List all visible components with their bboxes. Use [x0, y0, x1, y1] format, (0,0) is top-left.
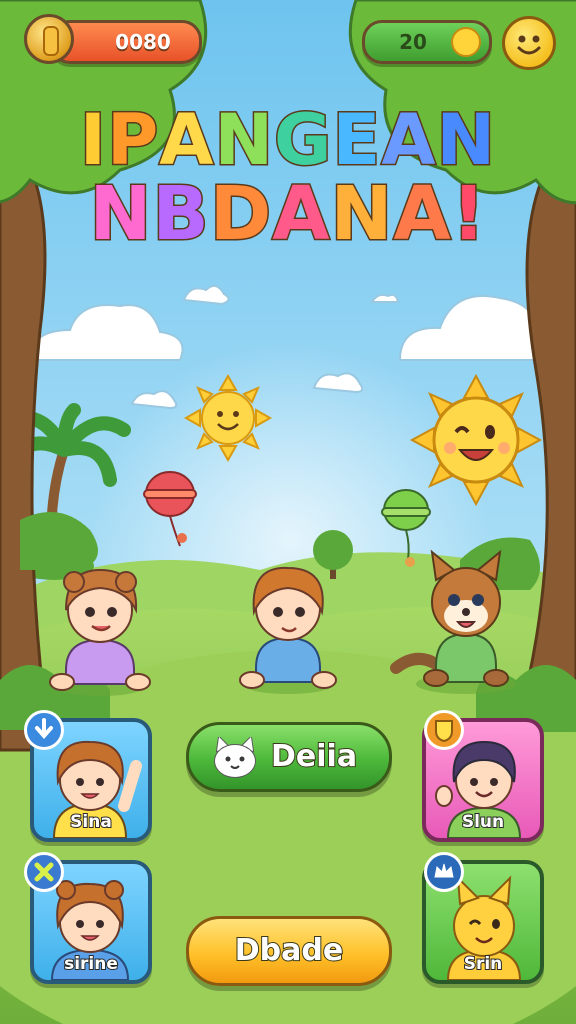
smiley-menu-button[interactable]	[502, 16, 556, 70]
card-label-slun: Slun	[461, 811, 505, 833]
cat-icon	[214, 737, 256, 778]
play-button-label: Deiia	[270, 738, 358, 775]
title-letter: A	[380, 99, 437, 182]
title-letter: N	[435, 99, 497, 182]
game-title-line-2: NBDANA!	[0, 171, 576, 258]
title-letter: A	[271, 171, 331, 258]
winking-sun	[409, 373, 543, 507]
title-letter: D	[208, 171, 273, 258]
secondary-button-label: Dbade	[234, 932, 344, 969]
small-sun	[183, 373, 273, 463]
score-counter: 20	[362, 20, 492, 64]
title-letter: N	[329, 171, 394, 258]
crown-icon	[424, 852, 464, 892]
close-icon	[24, 852, 64, 892]
title-letter: !	[450, 171, 487, 258]
card-label-sina: Sina	[69, 811, 113, 833]
coin-icon	[24, 14, 74, 64]
game-title-line-1: IPANGEAN	[0, 99, 576, 182]
title-letter: B	[151, 171, 210, 258]
card-label-srin: Srin	[463, 953, 504, 975]
title-letter: P	[105, 99, 160, 182]
title-letter: A	[158, 99, 215, 182]
title-letter: I	[78, 99, 107, 182]
sun-icon	[451, 27, 481, 57]
title-letter: G	[273, 99, 333, 182]
card-label-sirine: sirine	[63, 953, 119, 975]
down-arrow-icon	[24, 710, 64, 750]
title-letter: N	[88, 171, 153, 258]
title-letter: E	[331, 99, 382, 182]
score-count: 20	[399, 30, 427, 54]
title-letter: A	[392, 171, 452, 258]
shield-icon	[424, 710, 464, 750]
secondary-button[interactable]: Dbade	[186, 916, 392, 986]
smiley-icon	[517, 35, 541, 55]
play-button[interactable]: Deiia	[186, 722, 392, 792]
coin-count: 0080	[115, 30, 171, 54]
title-letter: N	[213, 99, 275, 182]
